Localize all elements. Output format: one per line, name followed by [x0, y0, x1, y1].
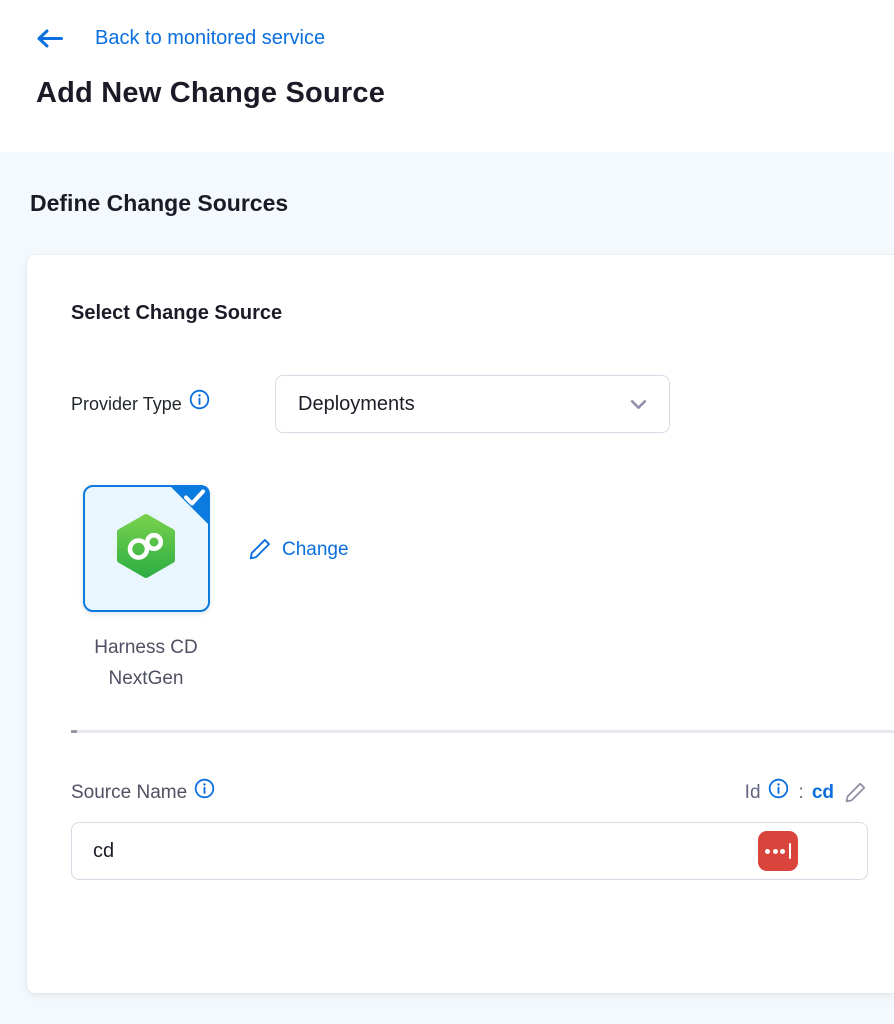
id-value: cd	[812, 782, 834, 804]
provider-type-label: Provider Type	[71, 394, 182, 415]
dot	[780, 849, 785, 854]
dot	[773, 849, 778, 854]
define-change-sources-section: Define Change Sources Select Change Sour…	[0, 152, 894, 1024]
source-name-input-wrap	[71, 822, 868, 880]
divider	[71, 730, 894, 733]
provider-tile-row: Harness CD NextGen Change	[71, 485, 868, 694]
source-name-label: Source Name	[71, 782, 187, 804]
provider-name-caption: Harness CD NextGen	[71, 632, 221, 694]
provider-tile-column: Harness CD NextGen	[71, 485, 221, 694]
info-icon[interactable]	[768, 778, 789, 799]
page-title: Add New Change Source	[36, 76, 894, 110]
password-manager-autofill-icon[interactable]	[758, 831, 798, 871]
source-name-input[interactable]	[71, 822, 868, 880]
dot	[765, 849, 770, 854]
change-provider-button[interactable]: Change	[248, 536, 349, 564]
change-label: Change	[282, 539, 349, 561]
edit-id-button[interactable]	[844, 780, 868, 807]
page-header: Back to monitored service Add New Change…	[0, 0, 894, 152]
source-name-row: Source Name Id	[71, 781, 868, 805]
provider-type-selected-value: Deployments	[298, 393, 630, 416]
info-icon[interactable]	[194, 778, 215, 799]
identifier-wrap: Id : cd	[745, 780, 868, 807]
back-arrow-icon	[35, 27, 64, 50]
chevron-down-icon	[630, 399, 647, 410]
pencil-icon	[844, 780, 868, 807]
provider-type-dropdown[interactable]: Deployments	[275, 375, 670, 433]
provider-type-label-wrap: Provider Type	[71, 394, 275, 415]
selected-corner-badge	[164, 485, 210, 536]
pencil-icon	[248, 536, 273, 564]
id-separator: :	[799, 782, 804, 804]
cursor-bar	[789, 843, 791, 859]
back-link[interactable]: Back to monitored service	[35, 27, 325, 50]
card-heading: Select Change Source	[71, 301, 868, 325]
id-label: Id	[745, 782, 761, 804]
info-icon[interactable]	[189, 389, 210, 410]
change-source-card: Select Change Source Provider Type Deplo…	[27, 255, 894, 993]
provider-tile-harness-cd-nextgen[interactable]	[83, 485, 210, 612]
provider-type-row: Provider Type Deployments	[71, 375, 868, 433]
back-link-label: Back to monitored service	[95, 27, 325, 50]
source-name-label-wrap: Source Name	[71, 782, 215, 804]
section-heading: Define Change Sources	[30, 188, 894, 218]
add-change-source-page: Back to monitored service Add New Change…	[0, 0, 894, 1024]
